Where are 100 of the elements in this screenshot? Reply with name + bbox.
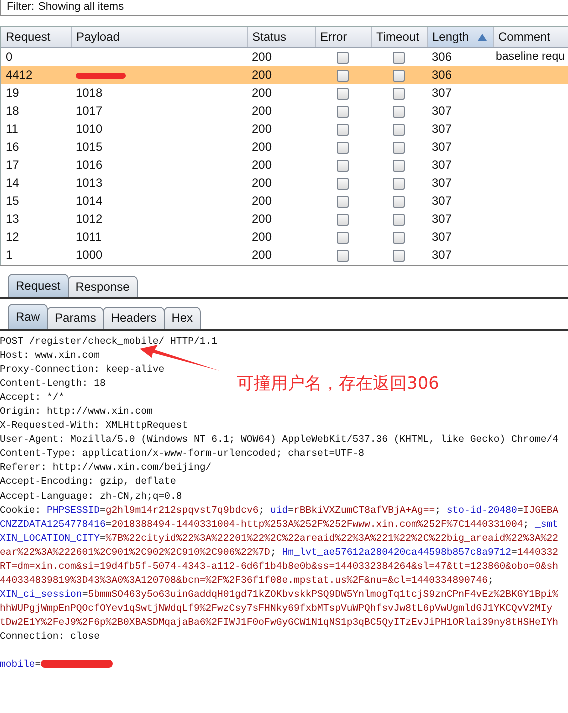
column-header[interactable]: Comment — [493, 27, 568, 48]
request-line: ear%22%3A%222601%2C901%2C902%2C910%2C906%22%7D; Hm_lvt_ae57612a280420ca44598b857c8a9712=1440332 — [0, 546, 559, 560]
request-line: Host: www.xin.com — [0, 349, 100, 364]
payload-cell-text: 1012 — [75, 211, 104, 228]
message-tab[interactable]: Request — [8, 274, 69, 297]
filter-value: Showing all items — [38, 1, 124, 13]
request-cell-text: 15 — [5, 193, 20, 210]
result-row[interactable]: 18 1017 200 307 — [1, 102, 568, 120]
payload-cell-text: 1010 — [75, 121, 104, 138]
timeout-checkbox[interactable] — [393, 178, 405, 190]
error-checkbox[interactable] — [337, 70, 349, 82]
result-row[interactable]: 0 200 306 baseline requ — [1, 48, 568, 66]
request-cell-text: 14 — [5, 175, 20, 192]
request-line: X-Requested-With: XMLHttpRequest — [0, 419, 188, 434]
message-tab[interactable]: Response — [68, 276, 138, 297]
timeout-checkbox[interactable] — [393, 70, 405, 82]
error-checkbox[interactable] — [337, 250, 349, 262]
error-checkbox[interactable] — [337, 160, 349, 172]
request-line: Accept-Encoding: gzip, deflate — [0, 475, 176, 490]
request-cell: 19 — [1, 84, 71, 102]
view-tab[interactable]: Raw — [8, 304, 48, 329]
column-header[interactable]: Status — [247, 27, 315, 48]
filter-label: Filter: — [7, 1, 34, 13]
result-row[interactable]: 16 1015 200 307 — [1, 138, 568, 156]
error-checkbox[interactable] — [337, 124, 349, 136]
request-line: Cookie: PHPSESSID=g2hl9m14r212spqvst7q9bdcv6; uid=rBBkiVXZumCT8afVBjA+Ag==; sto-id-20480=IJGEBA — [0, 504, 559, 518]
column-header[interactable]: Timeout — [371, 27, 427, 48]
request-line: User-Agent: Mozilla/5.0 (Windows NT 6.1; WOW64) AppleWebKit/537.36 (KHTML, like Gecko) Chrome/4 — [0, 433, 559, 448]
length-cell-text: 307 — [431, 157, 454, 174]
status-cell-text: 200 — [251, 247, 274, 264]
length-cell-text: 307 — [431, 247, 454, 264]
length-cell-text: 307 — [431, 229, 454, 246]
view-tab[interactable]: Params — [47, 307, 104, 329]
request-cell-text: 13 — [5, 211, 20, 228]
timeout-checkbox[interactable] — [393, 106, 405, 118]
timeout-checkbox[interactable] — [393, 52, 405, 64]
column-header[interactable]: Error — [315, 27, 371, 48]
error-checkbox[interactable] — [337, 142, 349, 154]
payload-cell-text: 1000 — [75, 247, 104, 264]
request-line: hhWUPgjWmpEnPQOcfOYev1qSwtjNWdqLf9%2FwzCsy7sFHNky69fxbMTspVuWPQhfsvJw8tL6pVwUgmldGJ1YKCQvV2MIy — [0, 602, 553, 616]
request-cell-text: 11 — [5, 121, 20, 138]
request-cell-text: 17 — [5, 157, 20, 174]
filter-bar[interactable]: Filter: Showing all items — [0, 0, 568, 16]
result-row[interactable]: 1 1000 200 307 — [1, 246, 568, 264]
payload-cell-text: 1013 — [75, 175, 104, 192]
result-row[interactable]: 17 1016 200 307 — [1, 156, 568, 174]
result-row[interactable]: 4412 200 306 — [1, 66, 568, 84]
request-line: XIN_LOCATION_CITY=%7B%22cityid%22%3A%22201%22%2C%22areaid%22%3A%221%22%2C%22big_areaid%22%3A%22 — [0, 532, 559, 546]
request-line: XIN_ci_session=5bmmSO463y5o63uinGaddqH01gd71kZOKbvskkPSQ9DW5YnlmogTq1tcjS9znCPnF4vEz%2BKGY1Bpi% — [0, 588, 559, 602]
sort-arrow-icon — [478, 34, 486, 41]
result-row[interactable]: 15 1014 200 307 — [1, 192, 568, 210]
request-line: Origin: http://www.xin.com — [0, 405, 153, 420]
timeout-checkbox[interactable] — [393, 232, 405, 244]
error-checkbox[interactable] — [337, 106, 349, 118]
error-checkbox[interactable] — [337, 52, 349, 64]
status-cell-text: 200 — [251, 229, 274, 246]
timeout-checkbox[interactable] — [393, 124, 405, 136]
result-row[interactable]: 19 1018 200 307 — [1, 84, 568, 102]
request-cell-text: 16 — [5, 139, 20, 156]
error-checkbox[interactable] — [337, 232, 349, 244]
length-cell-text: 307 — [431, 103, 454, 120]
status-cell-text: 200 — [251, 211, 274, 228]
payload-cell-text: 1016 — [75, 157, 104, 174]
request-line: POST /register/check_mobile/ HTTP/1.1 — [0, 335, 218, 349]
timeout-checkbox[interactable] — [393, 196, 405, 208]
error-checkbox[interactable] — [337, 178, 349, 190]
result-row[interactable]: 11 1010 200 307 — [1, 120, 568, 138]
annotation-text: 可撞用户名，存在返回306 — [237, 373, 440, 395]
payload-cell-text: 1015 — [75, 139, 104, 156]
view-tab[interactable]: Headers — [103, 307, 165, 329]
column-header[interactable]: Request — [1, 27, 71, 48]
column-header[interactable]: Payload — [71, 27, 247, 48]
timeout-checkbox[interactable] — [393, 214, 405, 226]
status-cell: 200 — [247, 48, 315, 66]
timeout-checkbox[interactable] — [393, 250, 405, 262]
timeout-checkbox[interactable] — [393, 142, 405, 154]
timeout-checkbox[interactable] — [393, 160, 405, 172]
timeout-checkbox[interactable] — [393, 88, 405, 100]
result-row[interactable]: 12 1011 200 307 — [1, 228, 568, 246]
comment-cell: baseline requ — [493, 48, 568, 66]
status-cell-text: 200 — [251, 193, 274, 210]
payload-cell: 1018 — [71, 84, 247, 102]
status-cell: 200 — [247, 66, 315, 84]
status-cell-text: 200 — [251, 121, 274, 138]
column-header[interactable]: Length — [427, 27, 493, 48]
request-line: Content-Type: application/x-www-form-urlencoded; charset=UTF-8 — [0, 447, 365, 462]
view-tab[interactable]: Hex — [164, 307, 202, 329]
result-row[interactable]: 13 1012 200 307 — [1, 210, 568, 228]
request-line: Accept: */* — [0, 391, 65, 406]
request-line: RT=dm=xin.com&si=19d4fb5f-5074-4343-a112-6d6f1b4b8e0b&ss=1440332384264&sl=47&tt=123860&obo=0&sh — [0, 560, 559, 574]
error-checkbox[interactable] — [337, 214, 349, 226]
error-checkbox[interactable] — [337, 196, 349, 208]
result-row[interactable]: 14 1013 200 307 — [1, 174, 568, 192]
status-cell-text: 200 — [251, 175, 274, 192]
request-line: tDw2E1Y%2FeJ9%2F6p%2B0XBASDMqajaBa6%2FIWJ1F0oFwGyGCW1N1qNS1p3qBC5QyITzEvJiPH1ORlai39ny8tHSHeIYh — [0, 616, 559, 630]
request-cell: 4412 — [1, 66, 71, 84]
request-line: Referer: http://www.xin.com/beijing/ — [0, 461, 212, 476]
status-cell-text: 200 — [251, 139, 274, 156]
request-line: Content-Length: 18 — [0, 377, 106, 392]
error-checkbox[interactable] — [337, 88, 349, 100]
